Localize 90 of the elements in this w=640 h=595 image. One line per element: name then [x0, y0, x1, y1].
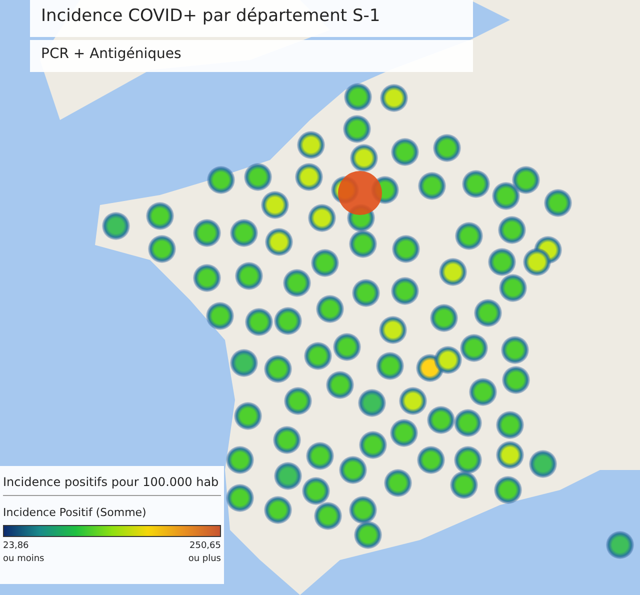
heat-spot — [434, 346, 462, 374]
heat-spot — [316, 295, 344, 323]
heat-spot — [284, 387, 312, 415]
heat-spot — [261, 191, 289, 219]
heat-spot — [454, 446, 482, 474]
heat-spot — [343, 115, 371, 143]
heat-spot — [295, 163, 323, 191]
heat-spot — [384, 469, 412, 497]
heat-spot — [274, 307, 302, 335]
heat-spot — [439, 258, 467, 286]
legend-max-note: ou plus — [188, 553, 221, 566]
heat-spot — [264, 355, 292, 383]
heat-spot — [264, 496, 292, 524]
heat-spot — [417, 446, 445, 474]
heat-spot — [379, 316, 407, 344]
heat-spot — [274, 462, 302, 490]
heat-spot — [230, 219, 258, 247]
heat-spot — [512, 166, 540, 194]
heat-spot — [302, 477, 330, 505]
heat-spot — [496, 441, 524, 469]
heat-spot — [433, 134, 461, 162]
heat-spot — [265, 228, 293, 256]
heat-spot — [339, 456, 367, 484]
heat-spot — [502, 366, 530, 394]
heat-spot — [314, 502, 342, 530]
heat-spot — [474, 299, 502, 327]
heat-spot — [390, 419, 418, 447]
heat-spot — [427, 406, 455, 434]
heat-spot — [454, 409, 482, 437]
heat-spot — [102, 212, 130, 240]
heat-spot — [207, 166, 235, 194]
heat-spot — [226, 446, 254, 474]
legend-min-note: ou moins — [3, 553, 44, 566]
heat-spot — [146, 202, 174, 230]
heat-spot — [494, 476, 522, 504]
legend-min-value: 23,86 — [3, 540, 30, 553]
legend-max-value: 250,65 — [188, 540, 221, 553]
heat-spot — [523, 248, 551, 276]
legend-measure: Incidence Positif (Somme) — [3, 506, 148, 519]
heat-spot — [359, 431, 387, 459]
heat-spot — [349, 496, 377, 524]
heat-spot — [311, 249, 339, 277]
heat-spot — [501, 336, 529, 364]
heat-spot — [297, 131, 325, 159]
heat-spot — [235, 262, 263, 290]
map-title: Incidence COVID+ par département S-1 — [30, 0, 473, 37]
heat-spot — [498, 216, 526, 244]
heat-spot — [308, 204, 336, 232]
heat-spot — [326, 371, 354, 399]
heat-spot — [450, 471, 478, 499]
heat-spot — [460, 334, 488, 362]
heat-spot — [469, 378, 497, 406]
heat-spot — [358, 389, 386, 417]
heat-spot — [392, 235, 420, 263]
heat-spot — [492, 182, 520, 210]
heat-spot — [488, 248, 516, 276]
heat-spot — [306, 442, 334, 470]
heat-spot — [193, 219, 221, 247]
heat-spot — [234, 402, 262, 430]
heat-spot — [496, 411, 524, 439]
heat-spot — [226, 484, 254, 512]
heat-spot — [333, 333, 361, 361]
heat-spot — [349, 230, 377, 258]
heat-spot — [148, 235, 176, 263]
legend-title: Incidence positifs pour 100.000 hab — [3, 475, 221, 496]
heat-spot — [193, 264, 221, 292]
heat-spot — [380, 84, 408, 112]
heat-spot — [244, 163, 272, 191]
heat-spot — [376, 352, 404, 380]
heat-spot — [529, 450, 557, 478]
heat-spot — [391, 277, 419, 305]
heat-spot — [245, 308, 273, 336]
heat-spot — [455, 222, 483, 250]
heat-spot — [344, 83, 372, 111]
heat-spot — [544, 189, 572, 217]
heat-spot — [273, 426, 301, 454]
heat-spot — [391, 138, 419, 166]
heat-spot — [418, 172, 446, 200]
heat-spot — [304, 342, 332, 370]
heat-spot — [462, 170, 490, 198]
heat-spot — [430, 304, 458, 332]
heat-spot — [354, 521, 382, 549]
heat-spot — [606, 531, 634, 559]
map-subtitle: PCR + Antigéniques — [30, 40, 473, 72]
heat-spot — [230, 349, 258, 377]
heat-spot — [399, 387, 427, 415]
heat-spot — [499, 274, 527, 302]
heat-spot — [206, 302, 234, 330]
heat-spot — [352, 279, 380, 307]
heat-spot — [283, 269, 311, 297]
